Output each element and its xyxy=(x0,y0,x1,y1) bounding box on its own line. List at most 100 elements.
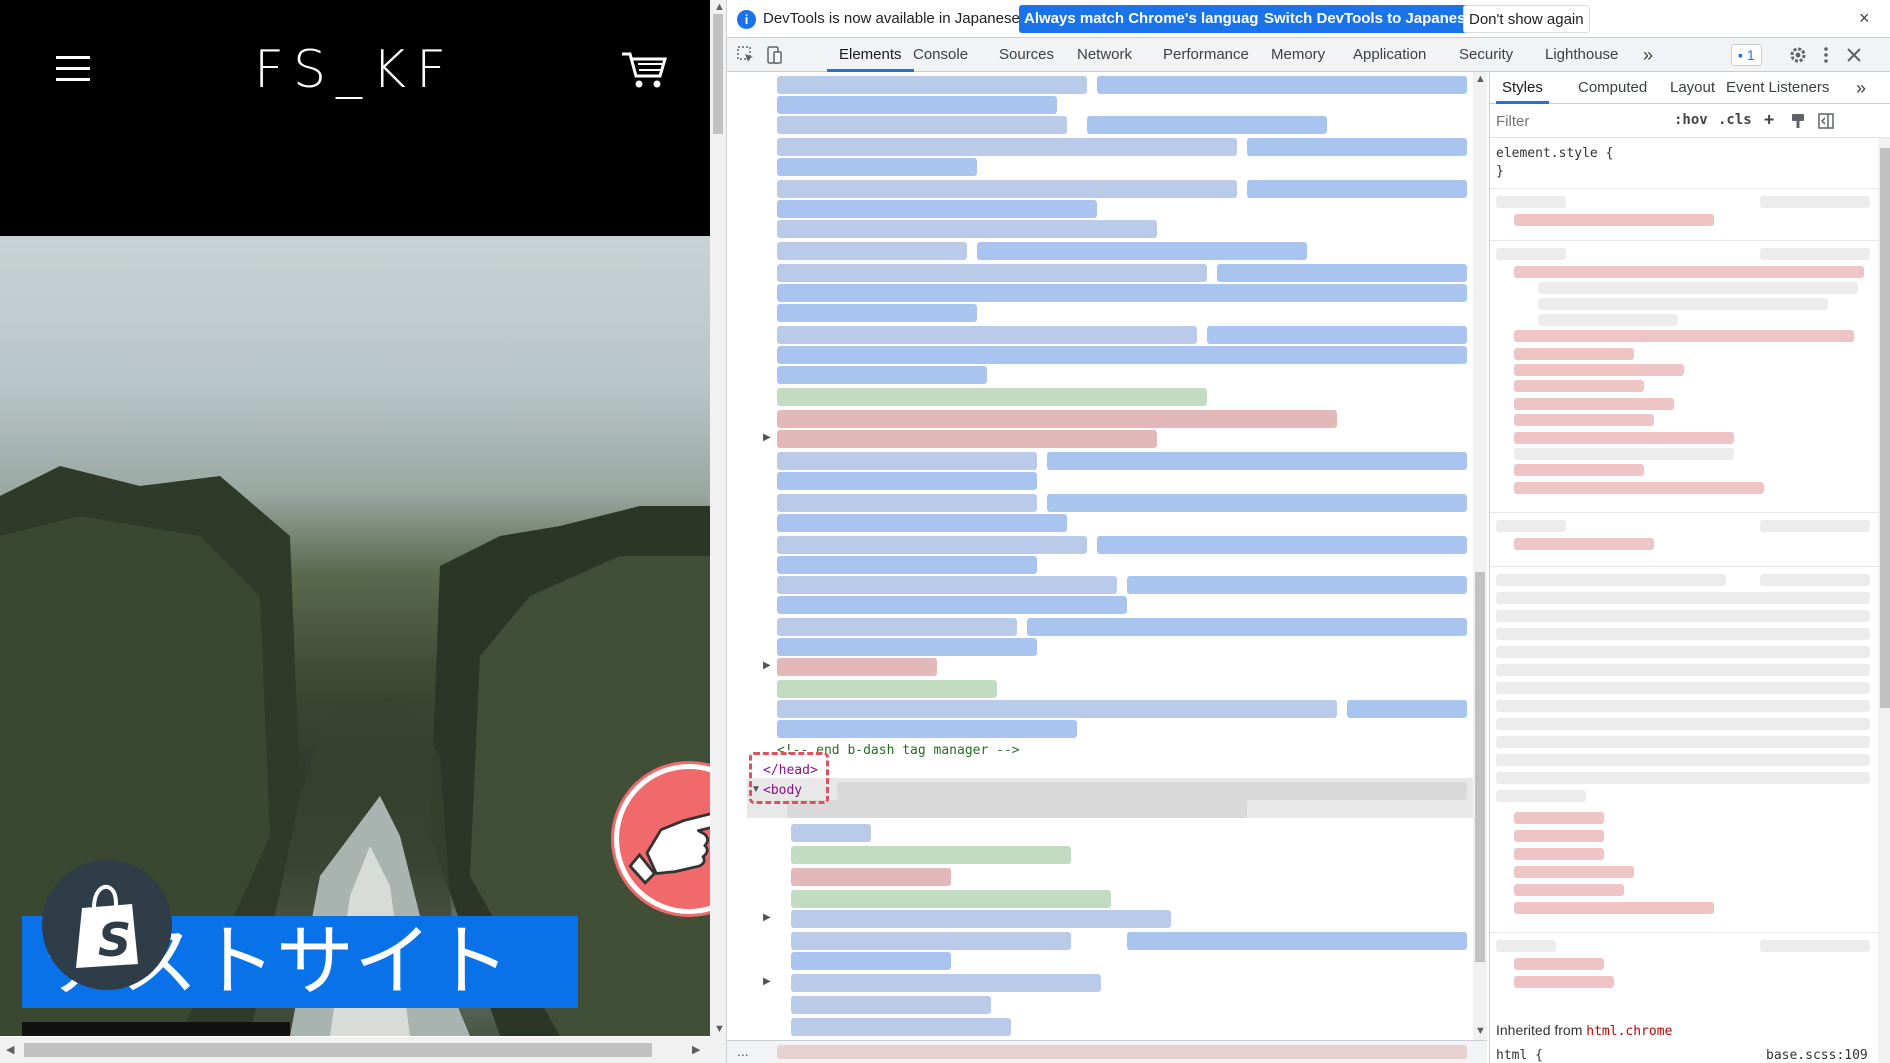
code-line[interactable] xyxy=(1127,932,1467,950)
style-rule[interactable] xyxy=(1496,520,1566,532)
style-declaration[interactable] xyxy=(1514,398,1674,410)
style-declaration[interactable] xyxy=(1514,414,1654,426)
always-match-language-button[interactable]: Always match Chrome's language xyxy=(1019,5,1272,33)
code-line[interactable] xyxy=(791,824,871,842)
code-line[interactable] xyxy=(777,658,937,676)
code-line[interactable] xyxy=(791,932,1071,950)
close-devtools-icon[interactable] xyxy=(1845,46,1863,64)
switch-to-japanese-button[interactable]: Switch DevTools to Japanese xyxy=(1259,5,1479,33)
hover-state-toggle[interactable]: :hov xyxy=(1674,112,1708,128)
style-source[interactable] xyxy=(1760,520,1870,532)
elements-scroll-thumb[interactable] xyxy=(1475,572,1485,962)
style-source[interactable] xyxy=(1760,196,1870,208)
code-comment-line[interactable] xyxy=(777,680,997,698)
style-declaration[interactable] xyxy=(1514,902,1714,914)
style-declaration[interactable] xyxy=(1514,464,1644,476)
code-line[interactable] xyxy=(777,138,1237,156)
breadcrumb-ellipsis[interactable]: ... xyxy=(737,1043,749,1059)
close-icon[interactable]: × xyxy=(1859,8,1870,29)
inspect-element-icon[interactable] xyxy=(737,46,755,64)
style-selector-list[interactable] xyxy=(1496,646,1870,658)
code-line[interactable] xyxy=(777,494,1037,512)
style-declaration[interactable] xyxy=(1514,866,1634,878)
style-selector-list[interactable] xyxy=(1496,700,1870,712)
style-source[interactable] xyxy=(1760,940,1870,952)
tab-console[interactable]: Console xyxy=(913,38,968,72)
code-line[interactable] xyxy=(777,158,977,176)
style-declaration[interactable] xyxy=(1514,348,1634,360)
style-selector-list[interactable] xyxy=(1496,682,1870,694)
code-line[interactable] xyxy=(1097,536,1467,554)
style-declaration[interactable] xyxy=(1514,848,1604,860)
style-selector-list[interactable] xyxy=(1496,736,1870,748)
tab-memory[interactable]: Memory xyxy=(1271,38,1325,72)
style-declaration[interactable] xyxy=(1514,538,1654,550)
style-selector-list[interactable] xyxy=(1496,664,1870,676)
style-source[interactable] xyxy=(1760,574,1870,586)
more-tabs-icon[interactable]: » xyxy=(1643,38,1653,72)
styles-filter-input[interactable] xyxy=(1496,109,1662,133)
code-line[interactable] xyxy=(777,304,977,322)
style-declaration[interactable] xyxy=(1514,432,1734,444)
style-declaration[interactable] xyxy=(1514,266,1864,278)
style-selector-list[interactable] xyxy=(1496,772,1870,784)
style-declaration[interactable] xyxy=(1538,282,1858,294)
style-source[interactable] xyxy=(1760,248,1870,260)
code-line[interactable] xyxy=(777,556,1037,574)
style-rule[interactable] xyxy=(1496,248,1566,260)
code-line[interactable] xyxy=(791,974,1101,992)
tab-network[interactable]: Network xyxy=(1077,38,1132,72)
site-horizontal-scroll-thumb[interactable] xyxy=(24,1043,652,1057)
tab-layout[interactable]: Layout xyxy=(1670,72,1715,104)
code-comment-line[interactable] xyxy=(777,388,1207,406)
gear-icon[interactable] xyxy=(1789,46,1807,64)
code-line[interactable] xyxy=(1207,326,1467,344)
expand-arrow-icon[interactable]: ▶ xyxy=(763,976,771,987)
code-line[interactable] xyxy=(777,410,1337,428)
scroll-up-icon[interactable]: ▲ xyxy=(1475,72,1486,86)
style-selector-list[interactable] xyxy=(1496,790,1586,802)
dont-show-again-button[interactable]: Don't show again xyxy=(1463,5,1590,33)
code-line[interactable] xyxy=(1247,138,1467,156)
code-line[interactable] xyxy=(777,284,1467,302)
element-style-selector[interactable]: element.style { xyxy=(1496,146,1613,161)
style-declaration[interactable] xyxy=(1514,482,1764,494)
more-options-icon[interactable] xyxy=(1817,46,1835,64)
code-line[interactable] xyxy=(777,720,1077,738)
style-selector-list[interactable] xyxy=(1496,718,1870,730)
style-declaration[interactable] xyxy=(1514,884,1624,896)
elements-vertical-scrollbar[interactable]: ▲ ▼ xyxy=(1473,72,1487,1040)
code-line[interactable] xyxy=(977,242,1307,260)
style-selector-list[interactable] xyxy=(1496,754,1870,766)
style-rule[interactable] xyxy=(1496,574,1726,586)
code-line[interactable] xyxy=(777,430,1157,448)
elements-tree[interactable]: ▶ ▶ <!-- end b-dash tag manager --> </he… xyxy=(727,72,1487,1040)
site-logo[interactable]: FS_KF xyxy=(0,40,710,100)
site-vertical-scrollbar[interactable]: ▲ ▼ xyxy=(710,0,726,1040)
code-line[interactable] xyxy=(777,700,1337,718)
tab-styles[interactable]: Styles xyxy=(1496,72,1549,104)
code-line[interactable] xyxy=(1217,264,1467,282)
body-attributes[interactable] xyxy=(787,800,1247,818)
style-declaration[interactable] xyxy=(1514,976,1614,988)
code-line[interactable] xyxy=(777,96,1057,114)
style-declaration[interactable] xyxy=(1514,214,1714,226)
tab-computed[interactable]: Computed xyxy=(1578,72,1647,104)
html-rule-selector[interactable]: html { xyxy=(1496,1048,1543,1063)
site-horizontal-scrollbar[interactable]: ◀ ▶ xyxy=(0,1037,726,1063)
scroll-left-icon[interactable]: ◀ xyxy=(6,1043,14,1057)
style-declaration[interactable] xyxy=(1514,330,1854,342)
style-selector-list[interactable] xyxy=(1496,628,1870,640)
code-line[interactable] xyxy=(791,868,951,886)
code-line[interactable] xyxy=(777,366,987,384)
tab-lighthouse[interactable]: Lighthouse xyxy=(1545,38,1618,72)
code-line[interactable] xyxy=(1047,494,1467,512)
breadcrumb[interactable] xyxy=(777,1045,1467,1059)
styles-vertical-scrollbar[interactable] xyxy=(1878,138,1890,1063)
tab-application[interactable]: Application xyxy=(1353,38,1426,72)
code-line[interactable] xyxy=(777,576,1117,594)
code-line[interactable] xyxy=(777,638,1037,656)
code-line[interactable] xyxy=(777,346,1467,364)
code-line[interactable] xyxy=(777,200,1097,218)
style-declaration[interactable] xyxy=(1514,958,1604,970)
